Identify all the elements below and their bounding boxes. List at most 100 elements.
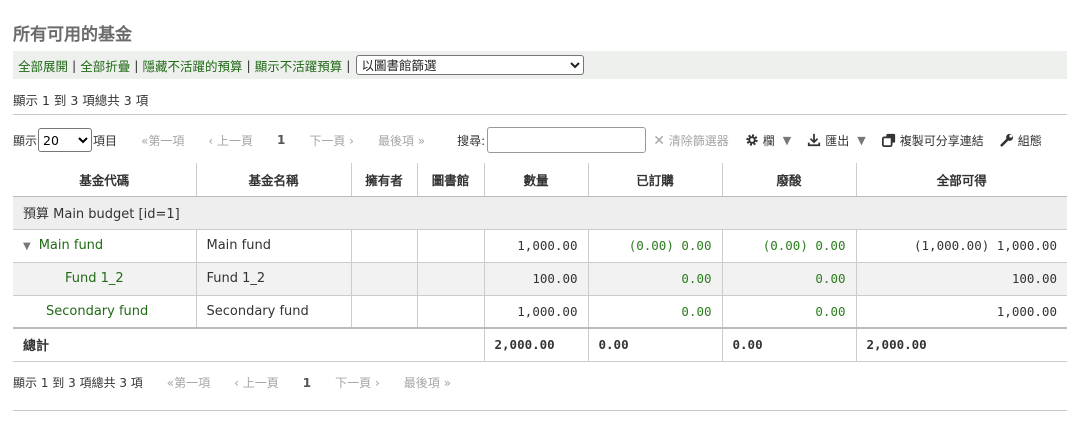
fund-code-cell: Fund 1_2	[13, 262, 197, 296]
expand-all-link[interactable]: 全部展開	[18, 56, 68, 75]
wrench-icon	[1000, 133, 1013, 147]
show-inactive-link[interactable]: 顯示不活躍預算	[255, 56, 343, 75]
config-label: 組態	[1017, 133, 1042, 148]
amount-cell: 1,000.00	[484, 229, 589, 263]
fund-name-cell: Fund 1_2	[196, 262, 352, 296]
fund-toolbar: 全部展開 | 全部折疊 | 隱藏不活躍的預算 | 顯示不活躍預算 | 以圖書館篩…	[13, 51, 1067, 79]
budget-group-label: 預算 Main budget [id=1]	[13, 196, 1067, 230]
budget-group-row: 預算 Main budget [id=1]	[13, 196, 1067, 230]
available-cell: 100.00	[856, 262, 1067, 296]
spent-cell: 0.00	[722, 295, 857, 329]
prev-page-button[interactable]: ‹ 上一頁	[208, 132, 253, 149]
library-cell	[417, 229, 485, 263]
header-library[interactable]: 圖書館	[417, 163, 485, 197]
header-ordered[interactable]: 已訂購	[588, 163, 723, 197]
library-cell	[417, 262, 485, 296]
library-filter-select[interactable]: 以圖書館篩選	[356, 55, 585, 75]
hide-inactive-link[interactable]: 隱藏不活躍的預算	[142, 56, 242, 75]
spent-value: (0.00) 0.00	[762, 238, 846, 253]
page-title: 所有可用的基金	[13, 25, 132, 45]
amount-cell: 100.00	[484, 262, 589, 296]
table-info-top: 顯示 1 到 3 項總共 3 項	[13, 93, 149, 108]
available-cell: (1,000.00) 1,000.00	[856, 229, 1067, 263]
copy-link-label: 複製可分享連結	[899, 133, 984, 148]
columns-label: 欄	[762, 133, 775, 148]
fund-name-cell: Secondary fund	[196, 295, 352, 329]
search-input[interactable]	[487, 127, 647, 153]
total-ordered: 0.00	[588, 327, 723, 362]
items-suffix-label: 項目	[93, 133, 118, 148]
total-amount: 2,000.00	[484, 327, 589, 362]
export-button[interactable]: 匯出 ▼	[807, 132, 866, 149]
table-row: Secondary fund Secondary fund 1,000.00 0…	[13, 295, 1067, 329]
caret-down-icon: ▼	[782, 133, 792, 147]
search-label: 搜尋:	[457, 133, 486, 148]
ordered-cell: 0.00	[588, 262, 723, 296]
separator: |	[72, 57, 77, 73]
next-page-button[interactable]: 下一頁 ›	[309, 132, 354, 149]
fund-code-link[interactable]: Main fund	[39, 238, 103, 253]
fund-code-cell: ▼ Main fund	[13, 229, 197, 263]
page-length-select[interactable]: 20	[38, 128, 93, 152]
spent-cell: 0.00	[722, 262, 857, 296]
table-info-bottom: 顯示 1 到 3 項總共 3 項	[13, 376, 143, 390]
funds-table: 基金代碼 基金名稱 擁有者 圖書館 數量 已訂購 廢酸 全部可得 預算 Main…	[13, 163, 1067, 362]
divider	[13, 410, 1067, 411]
prev-page-button[interactable]: ‹ 上一頁	[234, 374, 279, 391]
table-row: Fund 1_2 Fund 1_2 100.00 0.00 0.00 100.0…	[13, 262, 1067, 296]
fund-code-link[interactable]: Fund 1_2	[65, 271, 124, 286]
table-row: ▼ Main fund Main fund 1,000.00 (0.00) 0.0…	[13, 229, 1067, 263]
fund-code-cell: Secondary fund	[13, 295, 197, 329]
config-button[interactable]: 組態	[1000, 132, 1042, 149]
clear-filter-button[interactable]: ✕ 清除篩選器	[653, 132, 729, 149]
close-icon: ✕	[653, 132, 665, 149]
collapse-triangle-icon[interactable]: ▼	[23, 241, 31, 252]
header-available[interactable]: 全部可得	[856, 163, 1067, 197]
total-available: 2,000.00	[856, 327, 1067, 362]
divider	[13, 114, 1067, 115]
caret-down-icon: ▼	[857, 133, 866, 147]
available-cell: 1,000.00	[856, 295, 1067, 329]
spent-cell: (0.00) 0.00	[722, 229, 857, 263]
fund-code-link[interactable]: Secondary fund	[46, 304, 148, 319]
ordered-value: (0.00) 0.00	[628, 238, 712, 253]
separator: |	[246, 57, 251, 73]
owner-cell	[351, 262, 418, 296]
current-page-button[interactable]: 1	[277, 133, 285, 147]
table-footer: 顯示 1 到 3 項總共 3 項 «第一項 ‹ 上一頁 1 下一頁 › 最後項 …	[13, 374, 451, 391]
table-header-row: 基金代碼 基金名稱 擁有者 圖書館 數量 已訂購 廢酸 全部可得	[13, 163, 1067, 197]
first-page-button[interactable]: «第一項	[141, 132, 184, 149]
header-spent[interactable]: 廢酸	[722, 163, 857, 197]
collapse-all-link[interactable]: 全部折疊	[80, 56, 130, 75]
library-cell	[417, 295, 485, 329]
last-page-button[interactable]: 最後項 »	[378, 132, 425, 149]
next-page-button[interactable]: 下一頁 ›	[335, 374, 380, 391]
export-label: 匯出	[825, 133, 850, 148]
total-row: 總計 2,000.00 0.00 0.00 2,000.00	[13, 327, 1067, 362]
columns-button[interactable]: 欄 ▼	[745, 132, 791, 149]
owner-cell	[351, 295, 418, 329]
download-icon	[808, 133, 821, 147]
clear-filter-label: 清除篩選器	[668, 133, 729, 148]
owner-cell	[351, 229, 418, 263]
copy-icon	[881, 133, 895, 147]
copy-link-button[interactable]: 複製可分享連結	[881, 132, 984, 149]
separator: |	[134, 57, 139, 73]
total-spent: 0.00	[722, 327, 857, 362]
total-label: 總計	[13, 327, 485, 362]
header-owner[interactable]: 擁有者	[351, 163, 418, 197]
fund-name-cell: Main fund	[196, 229, 352, 263]
amount-cell: 1,000.00	[484, 295, 589, 329]
separator: |	[346, 57, 351, 73]
header-amount[interactable]: 數量	[484, 163, 589, 197]
gear-icon	[746, 134, 758, 146]
last-page-button[interactable]: 最後項 »	[404, 374, 451, 391]
header-fund-name[interactable]: 基金名稱	[196, 163, 352, 197]
first-page-button[interactable]: «第一項	[167, 374, 210, 391]
ordered-cell: 0.00	[588, 295, 723, 329]
header-fund-code[interactable]: 基金代碼	[13, 163, 197, 197]
table-controls: 顯示 20 項目 «第一項 ‹ 上一頁 1 下一頁 › 最後項 » 搜尋: ✕ …	[13, 126, 1067, 154]
show-prefix-label: 顯示	[13, 133, 38, 148]
current-page-button[interactable]: 1	[303, 376, 311, 390]
ordered-cell: (0.00) 0.00	[588, 229, 723, 263]
